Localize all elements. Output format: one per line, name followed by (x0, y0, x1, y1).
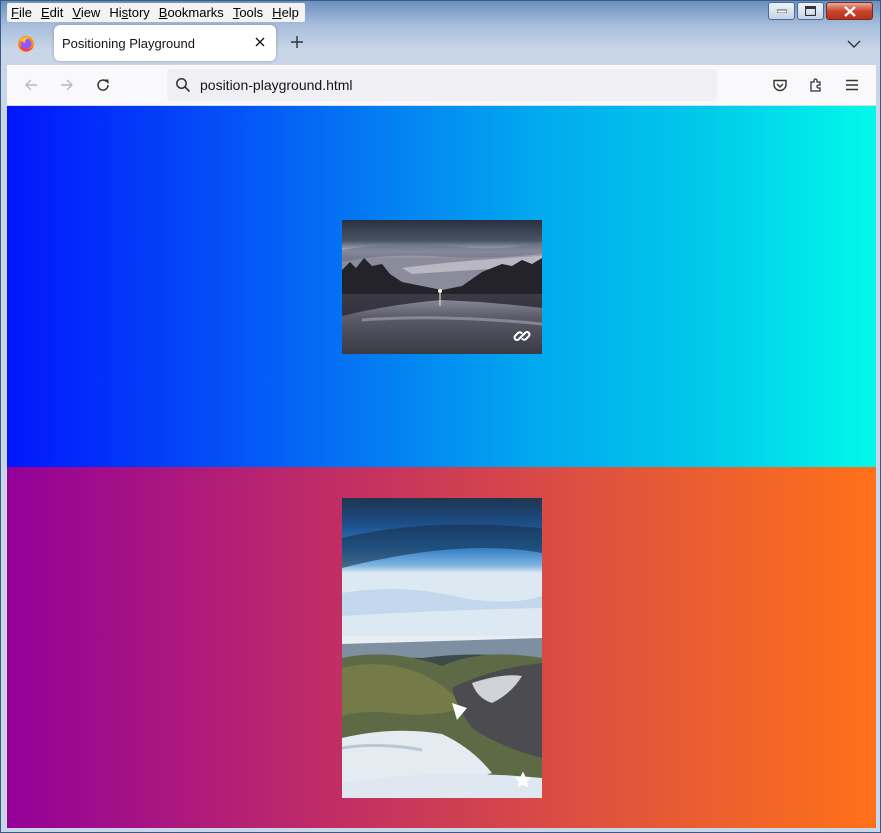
list-all-tabs-icon[interactable] (846, 36, 862, 52)
maximize-icon (805, 6, 816, 16)
menu-history-pre: Hi (109, 5, 122, 20)
sunset-gradient-section (7, 467, 876, 828)
window-controls (766, 2, 873, 20)
reload-icon[interactable] (95, 77, 111, 93)
menu-help[interactable]: Help (272, 3, 299, 22)
url-text: position-playground.html (200, 77, 353, 93)
menu-file-accel: F (11, 5, 19, 20)
mountain-photo (342, 498, 542, 798)
menu-view[interactable]: View (72, 3, 100, 22)
firefox-icon[interactable] (16, 34, 36, 54)
page-content (7, 106, 876, 828)
link-icon[interactable] (512, 326, 532, 346)
blue-gradient-section (7, 106, 876, 467)
menu-history[interactable]: History (109, 3, 149, 22)
close-tab-icon[interactable] (252, 34, 268, 50)
extensions-icon[interactable] (808, 77, 824, 93)
forward-icon[interactable] (59, 77, 75, 93)
navigation-toolbar: position-playground.html (7, 65, 876, 106)
minimize-icon (776, 9, 787, 13)
tab-title: Positioning Playground (62, 36, 195, 51)
menu-edit[interactable]: Edit (41, 3, 63, 22)
new-tab-icon[interactable] (289, 34, 305, 50)
browser-window: File Edit View History Bookmarks Tools H… (0, 0, 881, 833)
minimize-button[interactable] (768, 2, 795, 20)
tab-strip: Positioning Playground (7, 23, 874, 65)
menu-bookmarks-rest: ookmarks (167, 5, 224, 20)
menu-file-rest: ile (18, 5, 32, 20)
search-icon (176, 78, 191, 93)
dusk-lake-card[interactable] (342, 220, 542, 354)
menu-help-accel: H (272, 5, 282, 20)
menu-edit-accel: E (40, 5, 50, 20)
tab-active[interactable]: Positioning Playground (54, 25, 276, 61)
close-window-button[interactable] (826, 2, 873, 20)
menu-view-accel: V (72, 5, 81, 20)
maximize-button[interactable] (797, 2, 824, 20)
menu-bookmarks[interactable]: Bookmarks (159, 3, 224, 22)
url-bar[interactable]: position-playground.html (167, 69, 717, 101)
menu-file[interactable]: File (11, 3, 32, 22)
menu-tools-rest: ools (239, 5, 264, 20)
star-icon[interactable] (513, 770, 533, 790)
pocket-icon[interactable] (772, 77, 788, 93)
menu-edit-rest: dit (49, 5, 64, 20)
close-icon (843, 5, 856, 17)
menu-help-rest: elp (281, 5, 299, 20)
back-icon[interactable] (23, 77, 39, 93)
menu-view-rest: iew (80, 5, 101, 20)
menu-bar: File Edit View History Bookmarks Tools H… (7, 3, 305, 22)
menu-history-rest: tory (128, 5, 150, 20)
app-menu-icon[interactable] (844, 77, 860, 93)
menu-tools[interactable]: Tools (233, 3, 263, 22)
mountain-card[interactable] (342, 498, 542, 798)
